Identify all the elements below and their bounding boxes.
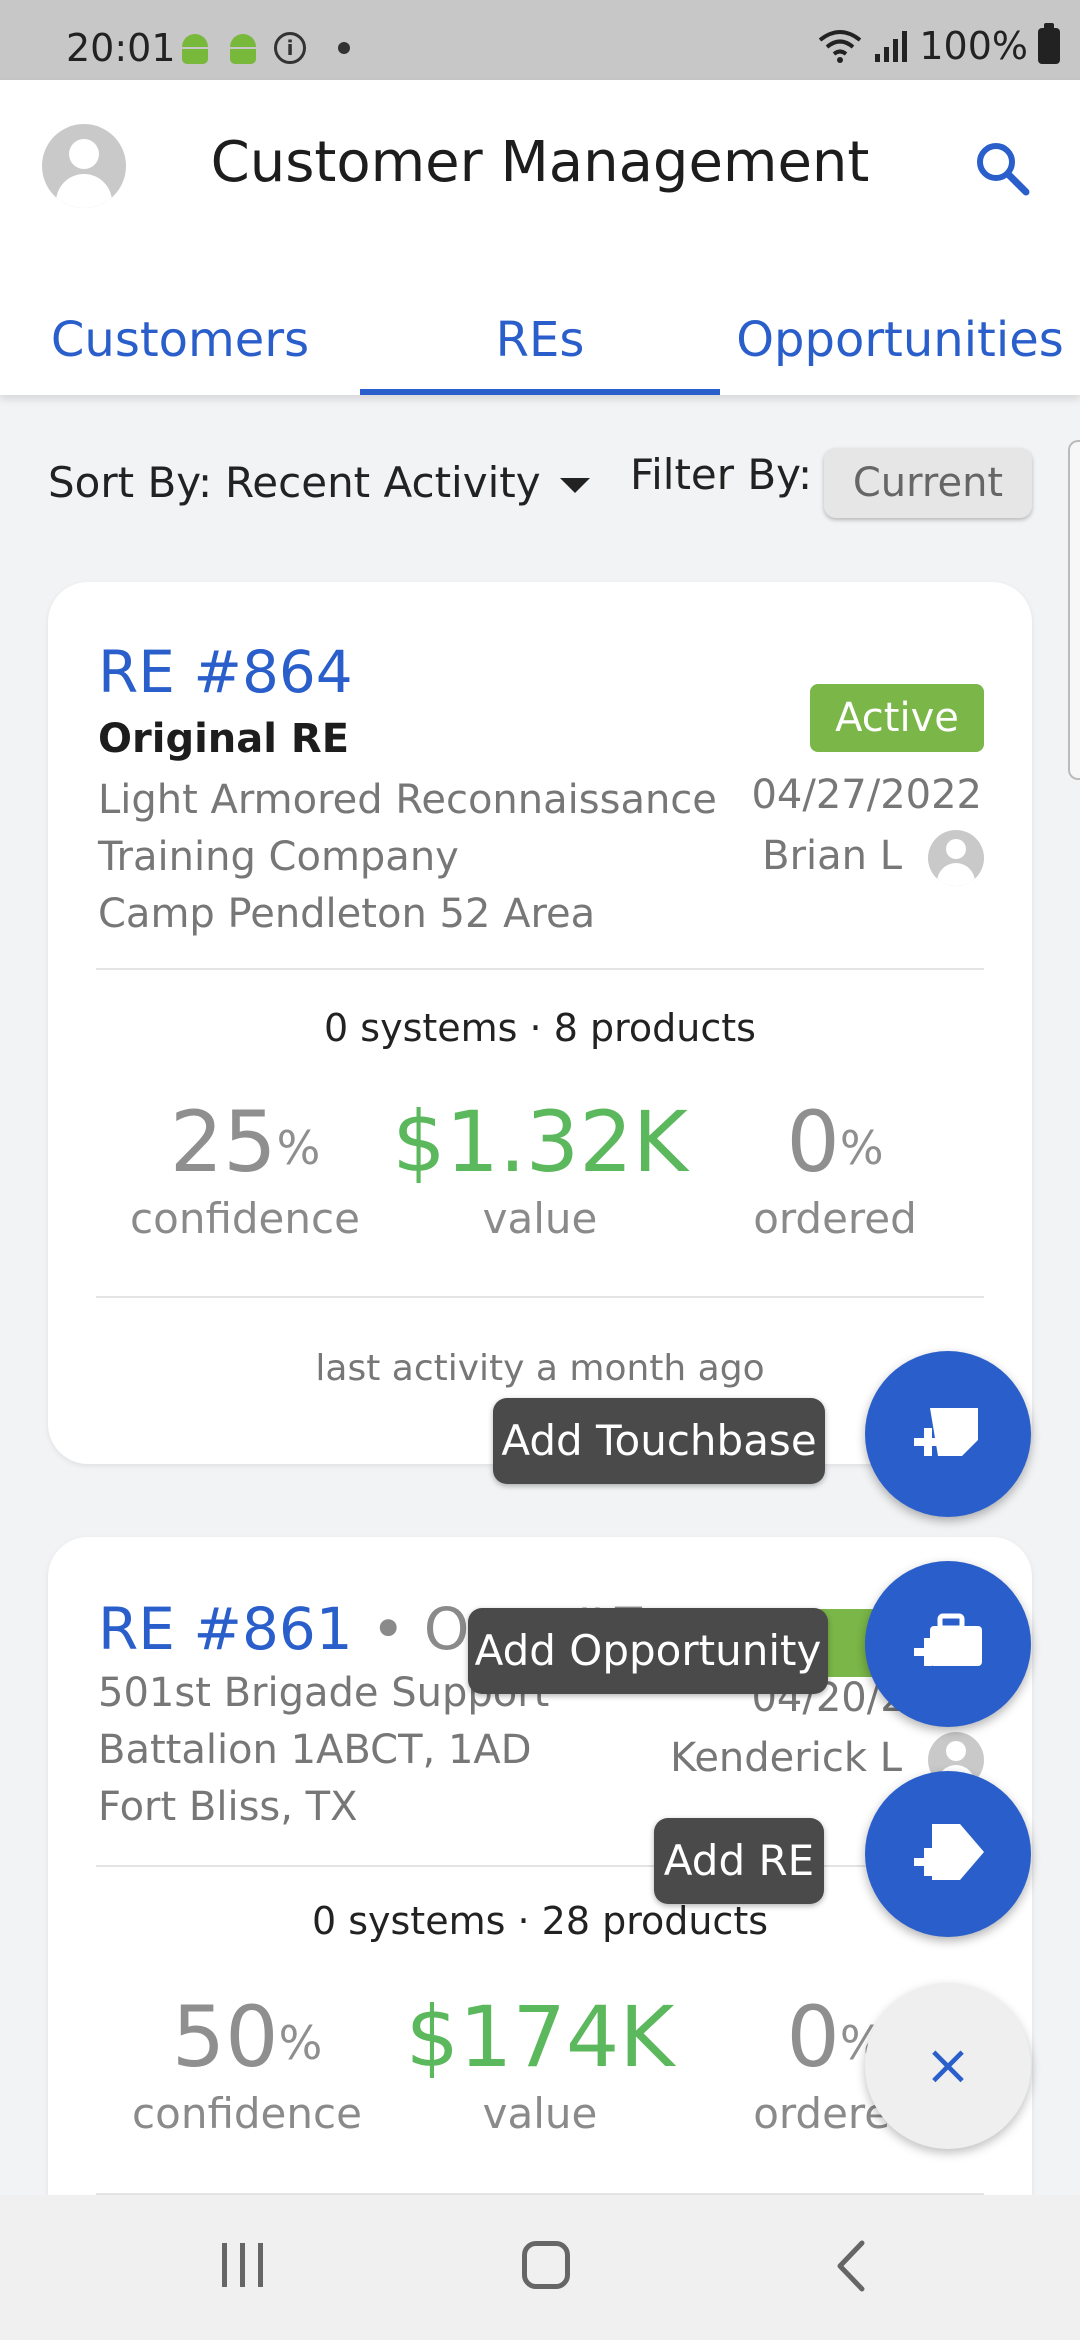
value-label: value — [482, 2089, 598, 2138]
ordered-stat: 0% ordered — [685, 1092, 985, 1243]
confidence-stat: 50% confidence — [97, 1987, 397, 2138]
add-touchbase-icon — [914, 1408, 978, 1456]
battery-icon — [1038, 23, 1060, 64]
battery-percent: 100% — [919, 24, 1028, 68]
android-icon — [226, 32, 260, 64]
org-line: Light Armored Reconnaissance — [98, 777, 717, 823]
info-icon: i — [274, 32, 306, 64]
dot-icon — [338, 42, 350, 54]
tab-bar: Customers REs Opportunities — [0, 270, 1080, 395]
caret-down-icon[interactable] — [560, 478, 590, 493]
org-line: Camp Pendleton 52 Area — [98, 891, 596, 937]
filter-label: Filter By: — [630, 450, 813, 499]
ordered-label: ordered — [753, 1194, 917, 1243]
re-card[interactable]: RE #864 Original RE Light Armored Reconn… — [48, 582, 1032, 1464]
search-icon[interactable] — [972, 138, 1032, 198]
scrollbar[interactable] — [1068, 440, 1080, 780]
confidence-label: confidence — [130, 1194, 360, 1243]
confidence-label: confidence — [132, 2089, 362, 2138]
systems-products-count: 0 systems · 8 products — [324, 1006, 756, 1050]
wifi-icon — [819, 30, 862, 63]
confidence-value: 50 — [171, 1988, 279, 2086]
system-nav-bar — [0, 2195, 1080, 2340]
ordered-value: 0 — [786, 1093, 840, 1191]
confidence-value: 25 — [169, 1093, 277, 1191]
status-badge: Active — [810, 684, 984, 752]
divider — [96, 1296, 984, 1298]
add-touchbase-button[interactable] — [865, 1351, 1031, 1517]
value-label: value — [482, 1194, 598, 1243]
tab-res[interactable]: REs — [360, 270, 720, 395]
filter-chip[interactable]: Current — [824, 448, 1032, 518]
avatar-icon — [928, 830, 984, 886]
sort-dropdown[interactable]: Recent Activity — [225, 458, 541, 507]
add-re-button[interactable] — [865, 1771, 1031, 1937]
org-line: Battalion 1ABCT, 1AD — [98, 1727, 532, 1773]
value-stat: $174K value — [390, 1987, 690, 2138]
add-opportunity-button[interactable] — [865, 1561, 1031, 1727]
recent-apps-icon[interactable] — [222, 2243, 266, 2287]
tab-opportunities[interactable]: Opportunities — [720, 270, 1080, 395]
percent-unit: % — [276, 1121, 321, 1175]
briefcase-plus-icon — [914, 1613, 982, 1666]
status-icons-right: 100% — [817, 23, 1060, 68]
percent-unit: % — [839, 1121, 884, 1175]
org-line: Training Company — [98, 834, 459, 880]
add-touchbase-label[interactable]: Add Touchbase — [493, 1398, 825, 1484]
status-icons-left: i — [178, 32, 350, 64]
status-bar: 20:01 i 100% — [0, 0, 1080, 80]
divider — [96, 968, 984, 970]
percent-unit: % — [278, 2016, 323, 2070]
re-date: 04/27/2022 — [751, 772, 982, 818]
android-icon — [178, 32, 212, 64]
value-stat: $1.32K value — [390, 1092, 690, 1243]
signal-icon — [875, 31, 908, 62]
sort-filter-bar: Sort By: Recent Activity Filter By: Curr… — [0, 440, 1080, 520]
status-time: 20:01 — [66, 26, 176, 70]
org-line: Fort Bliss, TX — [98, 1784, 358, 1830]
confidence-stat: 25% confidence — [95, 1092, 395, 1243]
back-icon[interactable] — [832, 2239, 868, 2293]
ordered-value: 0 — [786, 1988, 840, 2086]
page-title: Customer Management — [210, 130, 870, 195]
re-id: RE #864 — [98, 638, 353, 706]
value-amount: $1.32K — [392, 1093, 688, 1191]
re-owner: Brian L — [762, 833, 902, 879]
re-owner: Kenderick L — [670, 1735, 902, 1781]
app-header: Customer Management Customers REs Opport… — [0, 80, 1080, 395]
close-speed-dial-button[interactable]: × — [865, 1983, 1031, 2149]
add-re-label[interactable]: Add RE — [654, 1818, 824, 1904]
add-opportunity-label[interactable]: Add Opportunity — [468, 1608, 828, 1694]
tag-plus-icon — [914, 1824, 984, 1880]
value-amount: $174K — [405, 1988, 675, 2086]
home-icon[interactable] — [522, 2241, 570, 2289]
divider — [96, 1865, 984, 1867]
sort-label: Sort By: — [48, 458, 213, 507]
re-subtitle: Original RE — [98, 716, 350, 762]
tab-customers[interactable]: Customers — [0, 270, 360, 395]
